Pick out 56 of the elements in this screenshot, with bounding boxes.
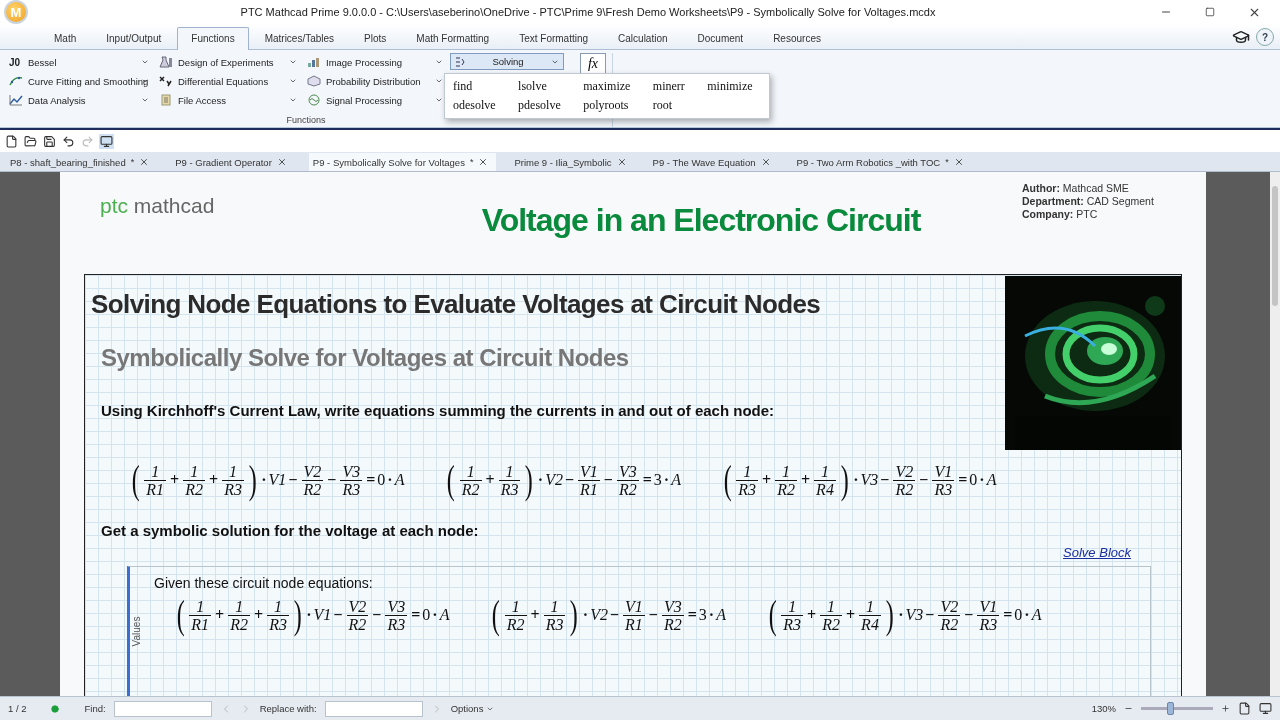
author-info: Department: CAD Segment (1022, 195, 1155, 208)
find-label: Find: (84, 703, 106, 714)
group-label: Functions (285, 114, 327, 127)
window-title: PTC Mathcad Prime 9.0.0.0 - C:\Users\aseberino\OneDrive - PTC\Prime 9\Fresh Demo Worksheets\P9 - Symbolically Solve for Voltages.mcdx (239, 6, 937, 18)
brand-logo: ptc mathcad (100, 194, 216, 218)
menu-item[interactable]: odesolve (453, 97, 505, 114)
menu-item[interactable]: minerr (652, 78, 694, 95)
menu-item[interactable]: root (652, 97, 694, 114)
prompt-text: Get a symbolic solution for the voltage at each node: (101, 522, 480, 539)
side-label: Values (131, 616, 143, 647)
intro-text: Given these circuit node equations: (154, 575, 374, 591)
worksheet-tab[interactable]: P9 - Gradient Operator (171, 153, 295, 171)
ribbon-dropdown[interactable]: J0 Bessel (6, 53, 152, 71)
zoom-value: 130% (1091, 703, 1116, 714)
menu-item[interactable]: maximize (583, 78, 639, 95)
ribbon-tab[interactable]: Resources (759, 27, 835, 50)
menu-item[interactable]: pdesolve (518, 97, 570, 114)
ribbon-tab[interactable]: Calculation (604, 27, 682, 50)
ribbon-tab[interactable]: Functions (177, 27, 249, 50)
ribbon-tab[interactable]: Plots (350, 27, 401, 50)
menu-item[interactable]: polyroots (583, 97, 639, 114)
menu-item[interactable]: minimize (707, 78, 761, 95)
ribbon-tab[interactable]: Matrices/Tables (250, 27, 349, 50)
author-info: Company: PTC (1022, 208, 1099, 221)
author-info: Author: Mathcad SME (1022, 182, 1130, 195)
menu-item[interactable]: lsolve (518, 78, 570, 95)
ribbon-dropdown[interactable]: Data Analysis (6, 91, 152, 109)
options-button[interactable]: Options (450, 703, 495, 714)
ribbon-dropdown[interactable]: Image Processing (304, 53, 446, 71)
instruction-text: Using Kirchhoff's Current Law, write equations summing the currents in and out of each node: (101, 402, 776, 419)
ribbon-tab[interactable]: Text Formatting (505, 27, 603, 50)
ribbon-tab[interactable]: Input/Output (92, 27, 176, 50)
solving-dropdown[interactable]: Solving (450, 53, 564, 70)
menu-item[interactable]: find (453, 78, 505, 95)
worksheet-title: Voltage in an Electronic Circuit (480, 202, 922, 239)
ribbon-dropdown[interactable]: Signal Processing (304, 91, 446, 109)
function-button[interactable]: fx (580, 53, 606, 75)
worksheet-tab[interactable]: Prime 9 - Ilia_Symbolic (510, 153, 635, 171)
ribbon-dropdown[interactable]: File Access (156, 91, 300, 109)
ribbon-tab[interactable]: Math Formatting (402, 27, 504, 50)
worksheet-tab[interactable]: P9 - Two Arm Robotics _with TOC * (792, 153, 972, 171)
ribbon-tab[interactable]: Math (40, 27, 91, 50)
ribbon-dropdown[interactable]: Design of Experiments (156, 53, 300, 71)
ribbon-dropdown[interactable]: Differential Equations (156, 72, 300, 90)
section-subheading: Symbolically Solve for Voltages at Circuit Nodes (101, 344, 630, 372)
help-button[interactable]: ? (1256, 28, 1274, 46)
ribbon-dropdown[interactable]: Curve Fitting and Smoothing (6, 72, 152, 90)
worksheet-tab[interactable]: P9 - Symbolically Solve for Voltages * (308, 153, 497, 171)
solve-block-link[interactable]: Solve Block (1063, 545, 1131, 560)
replace-label: Replace with: (259, 703, 317, 714)
worksheet-tab[interactable]: P9 - The Wave Equation (648, 153, 779, 171)
ribbon-dropdown[interactable]: Probability Distribution (304, 72, 446, 90)
worksheet-tab[interactable]: P8 - shaft_bearing_finished * (6, 153, 158, 171)
section-heading: Solving Node Equations to Evaluate Voltages at Circuit Nodes (91, 288, 821, 320)
page-count: 1 / 2 (8, 703, 27, 714)
ribbon-tab[interactable]: Document (683, 27, 758, 50)
